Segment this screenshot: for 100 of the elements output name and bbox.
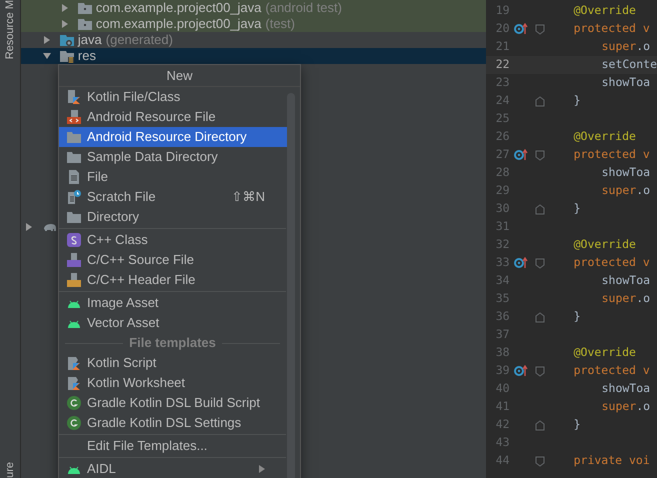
line-number: 26 (494, 128, 510, 146)
line-number: 42 (494, 416, 510, 434)
line-number: 34 (494, 272, 510, 290)
g-circle-icon (67, 416, 81, 430)
line-number: 28 (494, 164, 510, 182)
menu-title: New (59, 65, 300, 87)
line-number: 25 (494, 110, 510, 128)
code-line: @Override (574, 128, 636, 146)
menu-item[interactable]: Kotlin Worksheet (59, 373, 287, 393)
code-line: showToa (602, 74, 650, 92)
fold-icon (534, 456, 545, 466)
tree-row[interactable]: com.example.project00_java (test) (20, 16, 486, 32)
fold-icon (534, 96, 545, 106)
code-line: super.o (602, 398, 650, 416)
line-number: 37 (494, 326, 510, 344)
code-line: super.o (602, 182, 650, 200)
code-line: protected v (574, 254, 650, 272)
line-number: 33 (494, 254, 510, 272)
fold-icon (534, 312, 545, 322)
shortcut-label: ⇧⌘N (232, 188, 265, 206)
fold-icon (534, 204, 545, 214)
line-number: 44 (494, 452, 510, 470)
file-icon (67, 170, 81, 184)
fold-icon (534, 258, 545, 268)
folder-gear-icon (60, 33, 74, 47)
code-line: } (574, 308, 581, 326)
g-circle-icon (67, 396, 81, 410)
menu-item[interactable]: Sample Data Directory (59, 147, 287, 167)
tree-row[interactable]: com.example.project00_java (android test) (20, 0, 486, 16)
line-number: 40 (494, 380, 510, 398)
line-number: 36 (494, 308, 510, 326)
menu-item[interactable]: C/C++ Header File (59, 270, 287, 290)
menu-item[interactable]: Gradle Kotlin DSL Settings (59, 413, 287, 433)
line-number: 29 (494, 182, 510, 200)
code-line: @Override (574, 344, 636, 362)
line-number: 21 (494, 38, 510, 56)
tree-row[interactable]: res (20, 48, 486, 64)
submenu-arrow-icon (259, 465, 265, 473)
tool-window-label: Resource M (2, 0, 17, 60)
tree-hint: (test) (265, 15, 296, 34)
menu-item[interactable]: Gradle Kotlin DSL Build Script (59, 393, 287, 413)
line-number: 35 (494, 290, 510, 308)
tree-hint: (android test) (265, 0, 342, 18)
menu-item[interactable]: Vector Asset (59, 313, 287, 333)
menu-item[interactable]: Scratch File ⇧⌘N (59, 187, 287, 207)
scrollbar[interactable] (287, 93, 295, 478)
code-line: protected v (574, 146, 650, 164)
tree-label: java (78, 31, 102, 50)
folder-icon (67, 210, 81, 224)
menu-item[interactable]: File (59, 167, 287, 187)
code-line: } (574, 92, 581, 110)
line-number: 39 (494, 362, 510, 380)
menu-item[interactable]: Android Resource Directory (59, 127, 287, 147)
menu-item[interactable]: Android Resource File (59, 107, 287, 127)
header-file-icon (67, 273, 81, 287)
line-number: 31 (494, 218, 510, 236)
tree-label: com.example.project00_java (96, 0, 262, 18)
kotlin-script-icon (67, 356, 81, 370)
menu-item[interactable]: C/C++ Source File (59, 250, 287, 270)
folder-icon (67, 150, 81, 164)
fold-icon (534, 150, 545, 160)
code-line: @Override (574, 2, 636, 20)
fold-icon (534, 24, 545, 34)
line-number: 20 (494, 20, 510, 38)
package-folder-icon (78, 1, 92, 15)
menu-item[interactable]: Kotlin Script (59, 353, 287, 373)
menu-item[interactable]: Edit File Templates... (59, 436, 287, 456)
line-number: 41 (494, 398, 510, 416)
code-line: } (574, 416, 581, 434)
menu-item[interactable]: C++ Class (59, 230, 287, 250)
line-number: 23 (494, 74, 510, 92)
line-number: 19 (494, 2, 510, 20)
code-line: @Override (574, 236, 636, 254)
line-number: 32 (494, 236, 510, 254)
kotlin-script-icon (67, 376, 81, 390)
fold-icon (534, 366, 545, 376)
menu-item[interactable]: Directory (59, 207, 287, 227)
line-number: 22 (494, 56, 510, 74)
code-line: protected v (574, 362, 650, 380)
code-line: super.o (602, 290, 650, 308)
menu-item[interactable]: Kotlin File/Class (59, 87, 287, 107)
code-line: showToa (602, 380, 650, 398)
line-number: 38 (494, 344, 510, 362)
tree-row[interactable]: java (generated) (20, 32, 486, 48)
fold-icon (534, 420, 545, 430)
code-line: } (574, 200, 581, 218)
code-line: private voi (574, 452, 650, 470)
menu-item[interactable]: AIDL (59, 459, 287, 478)
code-line: protected v (574, 20, 650, 38)
source-file-icon (67, 253, 81, 267)
elephant-icon (42, 222, 58, 232)
code-line: super.o (602, 38, 650, 56)
folder-icon (67, 130, 81, 144)
tree-label: res (78, 47, 96, 66)
kotlin-file-icon (67, 90, 81, 104)
file-clock-icon (67, 190, 81, 204)
line-number: 30 (494, 200, 510, 218)
code-line: showToa (602, 272, 650, 290)
package-folder-icon (78, 17, 92, 31)
menu-item[interactable]: Image Asset (59, 293, 287, 313)
